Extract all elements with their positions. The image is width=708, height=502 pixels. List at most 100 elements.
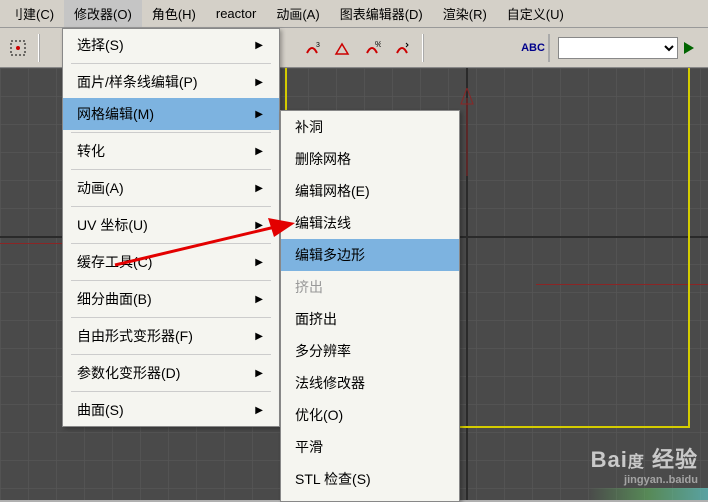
submenu-arrow-icon: ▶	[255, 146, 263, 157]
menu-item-label: 曲面(S)	[77, 400, 235, 420]
named-selection-dropdown[interactable]	[558, 37, 678, 59]
menu-item-label: 网格编辑(M)	[77, 104, 235, 124]
menu-item-animation[interactable]: 动画(A) ▶	[63, 172, 279, 204]
menu-item-label: 动画(A)	[77, 178, 235, 198]
menu-item-selection[interactable]: 选择(S) ▶	[63, 29, 279, 61]
menu-item-label: 补洞	[295, 117, 443, 137]
submenu-cap-holes[interactable]: 补洞	[281, 111, 459, 143]
menu-separator	[71, 280, 271, 281]
gizmo-y-axis	[459, 88, 489, 178]
play-forward-button[interactable]	[680, 34, 698, 62]
menu-item-label: 选择(S)	[77, 35, 235, 55]
menu-item-uv-coords[interactable]: UV 坐标(U) ▶	[63, 209, 279, 241]
menu-item-patch-spline[interactable]: 面片/样条线编辑(P) ▶	[63, 66, 279, 98]
submenu-edit-mesh[interactable]: 编辑网格(E)	[281, 175, 459, 207]
submenu-arrow-icon: ▶	[255, 257, 263, 268]
submenu-normal-modifier[interactable]: 法线修改器	[281, 367, 459, 399]
submenu-arrow-icon: ▶	[255, 331, 263, 342]
submenu-arrow-icon: ▶	[255, 294, 263, 305]
watermark-brand: Bai	[591, 447, 628, 472]
watermark-url: jingyan..baidu	[591, 474, 698, 486]
menu-item-label: 面挤出	[295, 309, 443, 329]
submenu-stl-check[interactable]: STL 检查(S)	[281, 463, 459, 495]
menu-reactor[interactable]: reactor	[206, 2, 266, 25]
menu-item-label: 转化	[77, 141, 235, 161]
tool-angle-snap[interactable]	[328, 34, 356, 62]
menu-item-label: 细分曲面(B)	[77, 289, 235, 309]
menu-rendering[interactable]: 渲染(R)	[433, 0, 497, 27]
submenu-smooth[interactable]: 平滑	[281, 431, 459, 463]
submenu-arrow-icon: ▶	[255, 40, 263, 51]
menu-separator	[71, 63, 271, 64]
tool-snap-toggle[interactable]: 3	[298, 34, 326, 62]
menu-graph-editors[interactable]: 图表编辑器(D)	[330, 0, 433, 27]
mesh-editing-submenu: 补洞 删除网格 编辑网格(E) 编辑法线 编辑多边形 挤出 面挤出 多分辨率 法…	[280, 110, 460, 502]
spinner-icon	[393, 39, 411, 57]
menu-item-surface[interactable]: 曲面(S)▶	[63, 394, 279, 426]
toolbar-separator	[38, 34, 40, 62]
menu-item-label: 缓存工具(C)	[77, 252, 235, 272]
menu-item-label: 多分辨率	[295, 341, 443, 361]
guideline	[0, 243, 68, 244]
menu-separator	[71, 317, 271, 318]
modifiers-dropdown-menu: 选择(S)▶ 面片/样条线编辑(P)▶ 网格编辑(M)▶ 转化▶ 动画(A)▶ …	[62, 28, 280, 427]
play-icon	[683, 41, 695, 55]
abc-text: ABC	[521, 42, 545, 54]
named-selection-label[interactable]: ABC	[518, 34, 550, 62]
menu-separator	[71, 132, 271, 133]
submenu-edit-normals[interactable]: 编辑法线	[281, 207, 459, 239]
tool-percent-snap[interactable]: %	[358, 34, 386, 62]
submenu-arrow-icon: ▶	[255, 109, 263, 120]
menu-item-label: 编辑多边形	[295, 245, 443, 265]
svg-text:%: %	[375, 40, 381, 49]
tool-spinner-snap[interactable]	[388, 34, 416, 62]
submenu-extrude[interactable]: 挤出	[281, 271, 459, 303]
menu-item-label: STL 检查(S)	[295, 469, 443, 489]
tool-selection-marquee[interactable]	[4, 34, 32, 62]
svg-text:3: 3	[316, 42, 320, 49]
menu-separator	[71, 391, 271, 392]
menu-create[interactable]: 刂建(C)	[0, 0, 64, 27]
menu-modifiers[interactable]: 修改器(O)	[64, 0, 142, 27]
percent-snap-icon: %	[363, 39, 381, 57]
menu-item-conversion[interactable]: 转化 ▶	[63, 135, 279, 167]
menu-item-param-deformers[interactable]: 参数化变形器(D)▶	[63, 357, 279, 389]
menu-item-subdiv-surface[interactable]: 细分曲面(B) ▶	[63, 283, 279, 315]
menu-item-cache-tools[interactable]: 缓存工具(C) ▶	[63, 246, 279, 278]
menu-customize[interactable]: 自定义(U)	[497, 0, 574, 27]
menu-item-mesh-editing[interactable]: 网格编辑(M) ▶	[63, 98, 279, 130]
menu-item-label: 面片/样条线编辑(P)	[77, 72, 235, 92]
menu-item-label: UV 坐标(U)	[77, 215, 235, 235]
marquee-icon	[9, 39, 27, 57]
submenu-face-extrude[interactable]: 面挤出	[281, 303, 459, 335]
menu-item-label: 删除网格	[295, 149, 443, 169]
watermark-suffix: 经验	[652, 447, 698, 472]
menu-separator	[71, 243, 271, 244]
menu-separator	[71, 354, 271, 355]
submenu-optimize[interactable]: 优化(O)	[281, 399, 459, 431]
submenu-delete-mesh[interactable]: 删除网格	[281, 143, 459, 175]
menu-separator	[71, 169, 271, 170]
submenu-arrow-icon: ▶	[255, 220, 263, 231]
snap-icon: 3	[303, 39, 321, 57]
menu-separator	[71, 206, 271, 207]
submenu-arrow-icon: ▶	[255, 368, 263, 379]
menu-item-label: 平滑	[295, 437, 443, 457]
submenu-multires[interactable]: 多分辨率	[281, 335, 459, 367]
decorative-gradient	[588, 488, 708, 500]
submenu-edit-poly[interactable]: 编辑多边形	[281, 239, 459, 271]
menu-item-label: 优化(O)	[295, 405, 443, 425]
menu-animation[interactable]: 动画(A)	[266, 0, 329, 27]
menu-item-label: 挤出	[295, 277, 443, 297]
submenu-arrow-icon: ▶	[255, 77, 263, 88]
menubar: 刂建(C) 修改器(O) 角色(H) reactor 动画(A) 图表编辑器(D…	[0, 0, 708, 28]
angle-snap-icon	[333, 39, 351, 57]
menu-item-ffd[interactable]: 自由形式变形器(F) ▶	[63, 320, 279, 352]
menu-item-label: 编辑网格(E)	[295, 181, 443, 201]
menu-item-label: 自由形式变形器(F)	[77, 326, 235, 346]
toolbar-separator	[422, 34, 424, 62]
menu-item-label: 法线修改器	[295, 373, 443, 393]
submenu-arrow-icon: ▶	[255, 183, 263, 194]
watermark: Bai度 经验 jingyan..baidu	[591, 442, 698, 486]
menu-character[interactable]: 角色(H)	[142, 0, 206, 27]
